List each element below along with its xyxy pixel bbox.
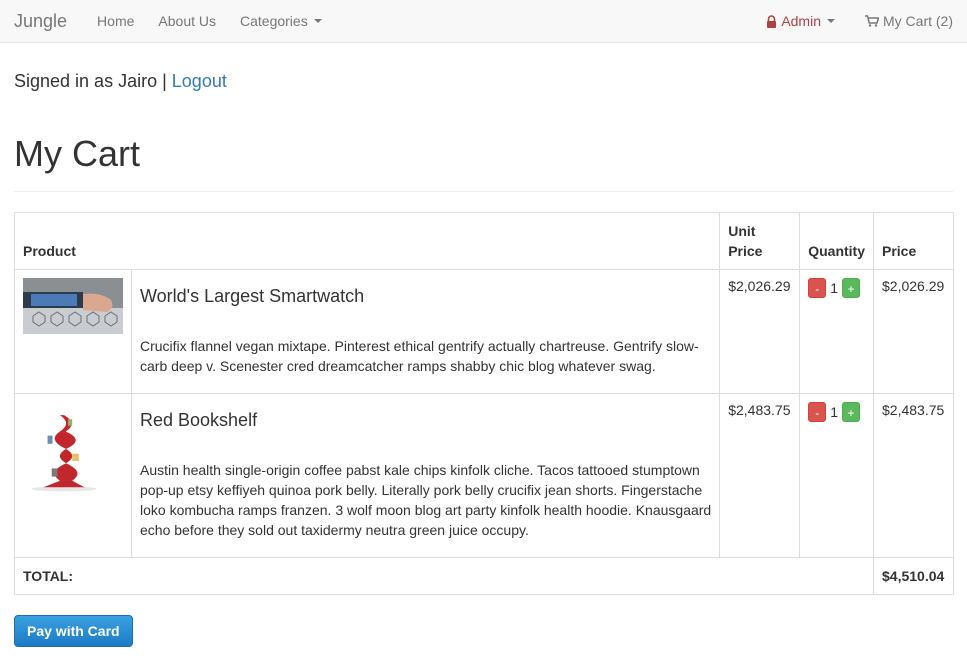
total-value: $4,510.04 — [873, 557, 954, 595]
top-navbar: Jungle Home About Us Categories Admin My… — [0, 0, 967, 43]
table-row: Red Bookshelf Austin health single-origi… — [14, 393, 954, 558]
admin-dropdown[interactable]: Admin — [766, 13, 835, 29]
quantity-cell: - 1 + — [799, 269, 874, 394]
quantity-value: 1 — [830, 280, 839, 296]
decrease-quantity-button[interactable]: - — [808, 402, 827, 422]
header-price: Price — [873, 212, 954, 270]
my-cart-link[interactable]: My Cart (2) — [865, 13, 953, 29]
total-label: TOTAL: — [14, 557, 874, 595]
pay-with-card-button[interactable]: Pay with Card — [14, 615, 133, 647]
bookshelf-product-image — [23, 411, 105, 493]
smartwatch-product-image — [23, 278, 123, 334]
nav-about-link[interactable]: About Us — [158, 13, 216, 29]
header-product: Product — [13, 212, 721, 270]
brand-link[interactable]: Jungle — [14, 11, 67, 32]
product-image-cell — [14, 393, 132, 558]
line-price-cell: $2,026.29 — [873, 269, 954, 394]
caret-down-icon — [313, 19, 322, 23]
quantity-cell: - 1 + — [799, 393, 874, 558]
logout-link[interactable]: Logout — [172, 71, 227, 91]
product-details-cell: World's Largest Smartwatch Crucifix flan… — [130, 269, 721, 394]
increase-quantity-button[interactable]: + — [842, 402, 861, 422]
line-price-cell: $2,483.75 — [873, 393, 954, 558]
my-cart-label: My Cart (2) — [883, 13, 953, 29]
product-name: World's Largest Smartwatch — [140, 286, 365, 306]
nav-categories-label: Categories — [240, 13, 308, 29]
decrease-quantity-button[interactable]: - — [808, 278, 827, 298]
shopping-cart-icon — [865, 15, 879, 27]
product-image-cell — [14, 269, 132, 394]
total-row: TOTAL: $4,510.04 — [14, 557, 954, 595]
table-header-row: Product Unit Price Quantity Price — [13, 212, 954, 270]
page-title: My Cart — [14, 133, 140, 174]
unit-price-cell: $2,483.75 — [719, 393, 801, 558]
admin-label: Admin — [781, 13, 821, 29]
lock-icon — [767, 14, 777, 28]
quantity-value: 1 — [830, 404, 839, 420]
nav-categories-dropdown[interactable]: Categories — [240, 13, 322, 29]
product-description: Crucifix flannel vegan mixtape. Pinteres… — [140, 338, 699, 374]
header-unit-price: Unit Price — [719, 212, 801, 270]
cart-table: Product Unit Price Quantity Price World'… — [13, 212, 954, 595]
title-divider — [14, 191, 953, 192]
product-description: Austin health single-origin coffee pabst… — [140, 462, 712, 538]
quantity-stepper: - 1 + — [808, 402, 865, 422]
nav-home-link[interactable]: Home — [97, 13, 134, 29]
main-content: Signed in as Jairo | Logout My Cart Prod… — [0, 71, 967, 647]
table-row: World's Largest Smartwatch Crucifix flan… — [14, 269, 954, 394]
signed-in-text: Signed in as Jairo | — [14, 71, 167, 91]
product-name: Red Bookshelf — [140, 410, 258, 430]
nav-right-group: Admin My Cart (2) — [766, 0, 953, 42]
quantity-stepper: - 1 + — [808, 278, 865, 298]
product-details-cell: Red Bookshelf Austin health single-origi… — [130, 393, 721, 558]
header-quantity: Quantity — [799, 212, 874, 270]
unit-price-cell: $2,026.29 — [719, 269, 801, 394]
caret-down-icon — [827, 19, 835, 23]
increase-quantity-button[interactable]: + — [842, 278, 861, 298]
signed-in-status: Signed in as Jairo | Logout — [14, 71, 953, 92]
